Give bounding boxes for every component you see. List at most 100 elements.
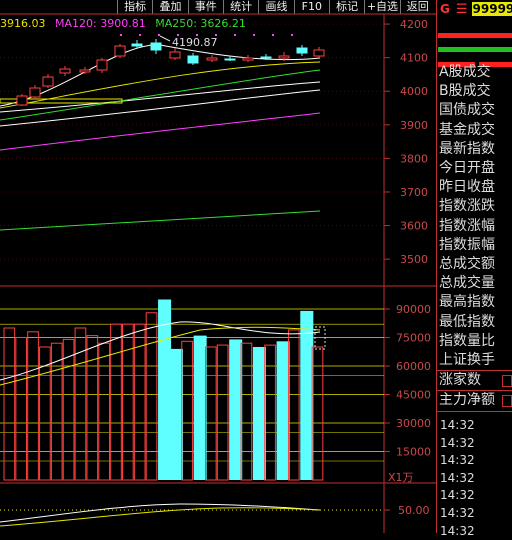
indicator-tick-label: 50.00	[398, 504, 430, 517]
candle-body	[224, 58, 236, 61]
section-label[interactable]: 涨家数	[437, 371, 512, 390]
tick-time: 14:32	[440, 435, 475, 450]
tick-time: 14:32	[440, 488, 475, 503]
quote-label: 指数涨跌	[439, 198, 495, 215]
quote-label: 最低指数	[439, 313, 495, 330]
volume-bar	[287, 329, 300, 481]
price-tick-label: 3500	[400, 253, 428, 266]
quote-panel: G ☰ 99999 A股成交 B股成交国债成交基金成交最新指数今日开盘昨日收盘指数…	[436, 0, 512, 538]
tick-time: 14:32	[440, 523, 475, 538]
candle-body	[16, 95, 28, 106]
tick-time: 14:32	[440, 418, 475, 432]
quote-label: 指数涨幅	[439, 217, 495, 234]
candle-body	[114, 45, 126, 57]
volume-tick-label: 75000	[396, 332, 431, 345]
section-label[interactable]: 主力净额	[437, 391, 512, 410]
volume-bar	[158, 299, 172, 480]
volume-bar	[15, 337, 28, 481]
ma-line	[0, 112, 321, 151]
signal-dot	[253, 34, 255, 36]
volume-unit: X1万	[388, 471, 414, 484]
quote-label: 今日开盘	[439, 160, 495, 177]
candle-body	[278, 55, 290, 59]
expand-icon[interactable]	[502, 395, 512, 408]
quote-label: B股成交	[439, 83, 491, 100]
candle-body	[313, 49, 325, 57]
volume-bar	[122, 323, 134, 481]
volume-bar	[193, 335, 207, 480]
bid-ask-bars	[437, 18, 512, 67]
volume-tick-label: 60000	[396, 360, 431, 373]
crosshair-box	[314, 326, 326, 350]
signal-dot	[139, 34, 141, 36]
annotation-leader	[159, 35, 171, 42]
price-tick-label: 3700	[400, 186, 428, 199]
volume-tick-label: 15000	[396, 446, 431, 459]
quote-label: 总成交额	[439, 256, 495, 273]
kline-chart[interactable]: 4200 4100 4000 3900 3800 3700 3600 3500 4190.87 9…	[0, 0, 436, 533]
volume-tick-label: 90000	[396, 303, 431, 316]
signal-dot	[120, 34, 122, 36]
volume-bar	[264, 344, 276, 481]
candle-body	[79, 69, 91, 73]
volume-bar	[216, 344, 229, 481]
volume-bar	[204, 346, 217, 481]
price-tick-label: 3600	[400, 220, 428, 233]
candle-body	[42, 76, 54, 87]
volume-bar	[169, 348, 183, 480]
quote-label: 上证换手	[439, 352, 495, 369]
price-tick-label: 3900	[400, 119, 428, 132]
volume-bar	[311, 346, 324, 481]
candle-body	[29, 87, 41, 98]
quote-label: 最高指数	[439, 294, 495, 311]
volume-bar	[50, 342, 63, 481]
volume-bar	[110, 323, 122, 481]
tick-time: 14:32	[440, 453, 475, 468]
g-icon[interactable]: G	[440, 2, 450, 16]
quote-labels: A股成交 B股成交国债成交基金成交最新指数今日开盘昨日收盘指数涨跌指数涨幅指数振幅…	[437, 63, 512, 412]
candle-body	[260, 56, 272, 59]
quote-label: 指数量比	[439, 332, 495, 349]
menu-icon[interactable]: ☰	[456, 2, 468, 17]
volume-tick-label: 30000	[396, 417, 431, 430]
candle-body	[187, 55, 199, 64]
quote-label: 最新指数	[439, 140, 495, 157]
volume-bar	[240, 342, 253, 481]
price-tick-label: 4000	[400, 85, 428, 98]
signal-dot	[291, 34, 293, 36]
candle-body	[59, 68, 71, 74]
signal-dot	[272, 34, 274, 36]
expand-icon[interactable]	[502, 375, 512, 388]
volume-bar	[98, 342, 110, 481]
volume-bar	[27, 331, 39, 481]
candle-body	[242, 57, 254, 61]
volume-bar	[3, 327, 16, 481]
volume-bar	[300, 310, 314, 480]
volume-bar	[145, 312, 158, 481]
candle-body	[296, 47, 308, 54]
divider	[437, 410, 512, 412]
indicator-line	[0, 503, 321, 523]
signal-dot	[234, 34, 236, 36]
stock-code: 99999	[471, 2, 512, 16]
tick-times: 14:32 14:32 14:32 14:32 14:32 14:32 14:32	[437, 417, 512, 540]
quote-label: 总成交量	[439, 275, 495, 292]
quote-label: 国债成交	[439, 102, 495, 119]
candle-body	[96, 59, 108, 71]
ma-line	[0, 210, 321, 231]
candle-body	[169, 51, 181, 59]
candle-body	[131, 43, 143, 47]
volume-tick-label: 45000	[396, 389, 431, 402]
volume-bar	[229, 339, 243, 480]
price-tick-label: 4100	[400, 52, 428, 65]
price-annotation: 4190.87	[172, 36, 218, 49]
quote-label: 基金成交	[439, 121, 495, 138]
price-tick-label: 4200	[400, 18, 428, 31]
volume-bar	[252, 347, 266, 480]
quote-label: 昨日收盘	[439, 179, 495, 196]
quote-header: G ☰ 99999	[437, 0, 512, 18]
signal-dot	[158, 34, 160, 36]
quote-label: A股成交	[439, 64, 491, 80]
candle-body	[150, 42, 162, 51]
quote-label: 指数振幅	[439, 236, 495, 253]
